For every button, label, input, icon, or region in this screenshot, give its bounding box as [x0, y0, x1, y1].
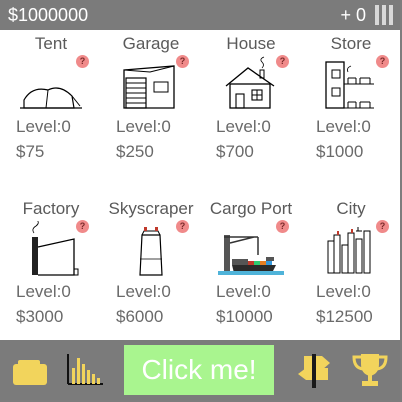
- building-name: House: [226, 34, 276, 53]
- top-bar: $1000000 + 0: [0, 0, 400, 30]
- level-readout: Level:0: [216, 282, 271, 301]
- building-card-tent[interactable]: Tent ? Level:0 $75: [8, 32, 108, 182]
- bottom-bar: Click me!: [0, 340, 400, 400]
- factory-icon: [32, 221, 79, 276]
- building-card-skyscraper[interactable]: Skyscraper ? Level:0 $6000: [108, 197, 208, 347]
- income-per-second: + 0: [340, 5, 366, 25]
- game-frame: $1000000 + 0 Tent ? Level:0 $75 Garage ?: [0, 0, 402, 402]
- trophy-icon[interactable]: [350, 350, 390, 390]
- money-display: $1000000: [8, 5, 89, 25]
- building-price: $75: [16, 142, 45, 161]
- level-readout: Level:0: [316, 282, 371, 301]
- building-card-garage[interactable]: Garage ? Level:0 $250: [108, 32, 208, 182]
- building-price: $10000: [216, 307, 273, 326]
- building-name: City: [336, 199, 366, 218]
- level-readout: Level:0: [316, 117, 371, 136]
- level-readout: Level:0: [16, 117, 71, 136]
- building-name: Cargo Port: [209, 199, 293, 218]
- building-card-house[interactable]: House ? Level:0 $700: [208, 32, 308, 182]
- cargo-port-icon: [218, 235, 284, 275]
- city-icon: [327, 227, 371, 274]
- level-readout: Level:0: [216, 117, 271, 136]
- building-name: Garage: [122, 34, 180, 53]
- building-price: $250: [116, 142, 154, 161]
- tent-icon: [20, 87, 82, 109]
- building-name: Factory: [22, 199, 80, 218]
- house-icon: [225, 56, 275, 109]
- building-card-store[interactable]: Store ? Level:0 $1000: [308, 32, 402, 182]
- building-price: $3000: [16, 307, 64, 326]
- building-price: $700: [216, 142, 254, 161]
- building-card-cargo-port[interactable]: Cargo Port ? Level:0 $10000: [208, 197, 308, 347]
- level-readout: Level:0: [116, 282, 171, 301]
- building-price: $6000: [116, 307, 164, 326]
- building-card-factory[interactable]: Factory ? Level:0 $3000: [8, 197, 108, 347]
- skyscraper-icon: [139, 227, 163, 276]
- building-price: $12500: [316, 307, 373, 326]
- stats-icon[interactable]: [66, 352, 104, 386]
- signpost-icon[interactable]: [296, 350, 336, 390]
- building-card-city[interactable]: City ? Level:0 $12500: [308, 197, 402, 347]
- level-readout: Level:0: [16, 282, 71, 301]
- level-readout: Level:0: [116, 117, 171, 136]
- garage-icon: [123, 65, 175, 109]
- building-name: Store: [330, 34, 372, 53]
- hamburger-icon[interactable]: [374, 5, 394, 25]
- building-price: $1000: [316, 142, 364, 161]
- building-name: Skyscraper: [108, 199, 194, 218]
- store-icon: [325, 61, 374, 109]
- click-me-button[interactable]: Click me!: [124, 345, 274, 395]
- wallet-icon[interactable]: [12, 358, 48, 386]
- building-name: Tent: [34, 34, 68, 53]
